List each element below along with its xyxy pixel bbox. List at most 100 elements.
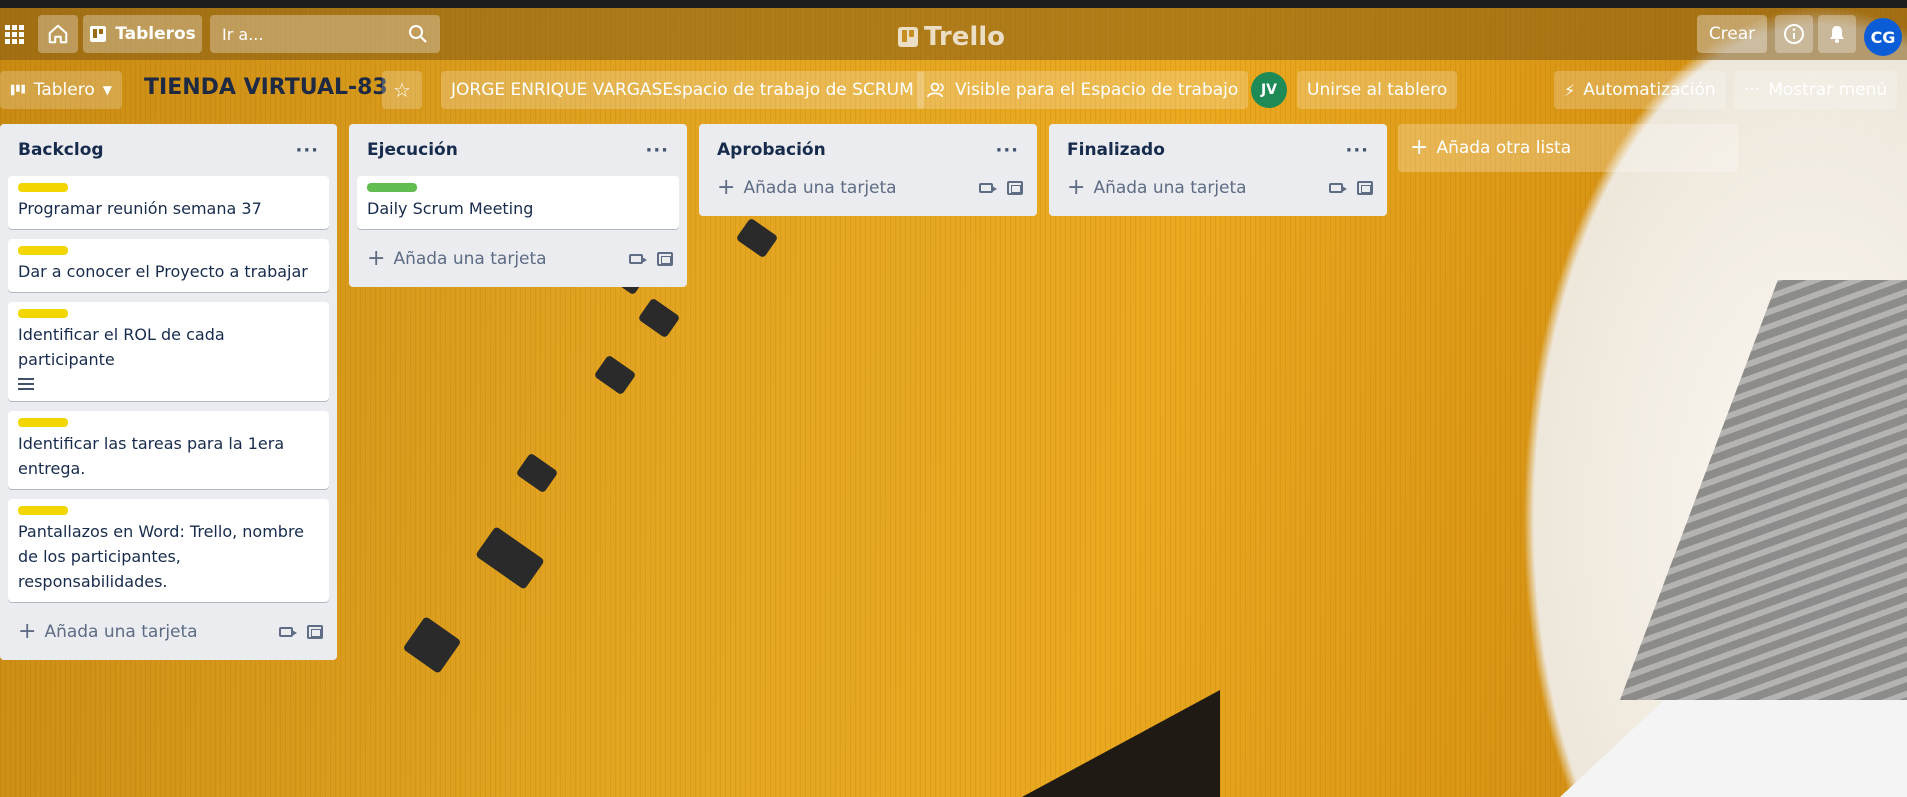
lightning-icon: ⚡ [1564, 80, 1576, 100]
add-card-row: + Añada una tarjeta [8, 612, 329, 652]
add-card-label: Añada una tarjeta [743, 178, 897, 198]
workspace-label: JORGE ENRIQUE VARGASEspacio de trabajo d… [451, 80, 914, 100]
list-title[interactable]: Ejecución [367, 140, 458, 160]
create-button[interactable]: Crear [1697, 15, 1767, 53]
view-label: Tablero [33, 80, 95, 100]
user-initials: CG [1870, 27, 1896, 47]
workspace-button[interactable]: JORGE ENRIQUE VARGASEspacio de trabajo d… [441, 71, 924, 109]
add-list-button[interactable]: + Añada otra lista [1398, 124, 1738, 172]
background-spotlight [637, 297, 681, 339]
boards-button[interactable]: Tableros [83, 15, 202, 53]
card-label-yellow[interactable] [18, 246, 68, 255]
bell-icon [1830, 26, 1844, 43]
card[interactable]: Daily Scrum Meeting [357, 176, 679, 229]
search-input[interactable]: Ir a... [210, 15, 440, 53]
card[interactable]: Programar reunión semana 37 [8, 176, 329, 229]
card-template-icon[interactable] [1007, 181, 1023, 195]
card-label-yellow[interactable] [18, 183, 68, 192]
logo-text: Trello [924, 22, 1006, 52]
info-button[interactable] [1775, 15, 1813, 53]
card[interactable]: Dar a conocer el Proyecto a trabajar [8, 239, 329, 292]
visibility-button[interactable]: Visible para el Espacio de trabajo [917, 71, 1249, 109]
board-title[interactable]: TIENDA VIRTUAL-83 [144, 75, 388, 100]
board-view-icon [10, 84, 25, 96]
card-template-icon[interactable] [307, 625, 323, 639]
app-switcher-button[interactable] [2, 15, 26, 53]
trello-logo-icon [898, 27, 918, 47]
card-label-green[interactable] [367, 183, 417, 192]
list-aprobacion: Aprobación ··· + Añada una tarjeta [699, 124, 1037, 216]
list-menu-icon[interactable]: ··· [1345, 140, 1369, 161]
more-icon: ··· [1744, 80, 1761, 100]
record-video-icon[interactable] [279, 627, 297, 637]
add-card-row: + Añada una tarjeta [707, 168, 1029, 208]
add-card-button[interactable]: + Añada una tarjeta [1067, 177, 1247, 199]
notifications-button[interactable] [1818, 15, 1856, 53]
card-template-icon[interactable] [657, 252, 673, 266]
home-button[interactable] [38, 15, 78, 53]
star-icon: ☆ [393, 78, 411, 102]
menu-label: Mostrar menú [1768, 80, 1888, 100]
people-icon [927, 82, 944, 98]
add-card-button[interactable]: + Añada una tarjeta [717, 177, 897, 199]
card-label-yellow[interactable] [18, 418, 68, 427]
record-video-icon[interactable] [629, 254, 647, 264]
grid-icon [4, 24, 24, 44]
list-menu-icon[interactable]: ··· [995, 140, 1019, 161]
user-avatar[interactable]: CG [1864, 18, 1902, 56]
list-menu-icon[interactable]: ··· [645, 140, 669, 161]
view-switcher-button[interactable]: Tablero ▼ [0, 71, 122, 109]
add-card-label: Añada una tarjeta [44, 622, 198, 642]
list-title[interactable]: Backclog [18, 140, 104, 160]
card[interactable]: Identificar las tareas para la 1era entr… [8, 411, 329, 489]
plus-icon: + [717, 175, 736, 200]
card-title: Identificar el ROL de cada participante [18, 325, 225, 369]
background-spotlight [475, 526, 545, 590]
background-dark-shape [1022, 690, 1220, 797]
list-header[interactable]: Backclog ··· [8, 124, 329, 176]
card-template-icon[interactable] [1357, 181, 1373, 195]
card-title: Dar a conocer el Proyecto a trabajar [18, 262, 308, 281]
visibility-label: Visible para el Espacio de trabajo [955, 80, 1239, 100]
automation-label: Automatización [1583, 80, 1716, 100]
trello-logo[interactable]: Trello [898, 22, 1005, 52]
add-card-button[interactable]: + Añada una tarjeta [367, 248, 547, 270]
member-avatar[interactable]: JV [1251, 72, 1287, 108]
add-card-label: Añada una tarjeta [393, 249, 547, 269]
list-title[interactable]: Aprobación [717, 140, 826, 160]
card[interactable]: Identificar el ROL de cada participante [8, 302, 329, 401]
card-label-yellow[interactable] [18, 506, 68, 515]
show-menu-button[interactable]: ··· Mostrar menú [1734, 71, 1898, 109]
info-icon [1784, 24, 1804, 44]
list-title[interactable]: Finalizado [1067, 140, 1165, 160]
card-label-yellow[interactable] [18, 309, 68, 318]
list-finalizado: Finalizado ··· + Añada una tarjeta [1049, 124, 1387, 216]
add-card-row: + Añada una tarjeta [357, 239, 679, 279]
record-video-icon[interactable] [1329, 183, 1347, 193]
join-board-button[interactable]: Unirse al tablero [1297, 71, 1458, 109]
add-card-button[interactable]: + Añada una tarjeta [18, 621, 198, 643]
card-title: Identificar las tareas para la 1era entr… [18, 434, 285, 478]
automation-button[interactable]: ⚡ Automatización [1554, 71, 1726, 109]
create-label: Crear [1708, 24, 1756, 44]
star-button[interactable]: ☆ [382, 71, 422, 109]
add-list-label: Añada otra lista [1436, 138, 1572, 158]
home-icon [48, 24, 68, 44]
record-video-icon[interactable] [979, 183, 997, 193]
plus-icon: + [1067, 175, 1086, 200]
card[interactable]: Pantallazos en Word: Trello, nombre de l… [8, 499, 329, 602]
background-spotlight [735, 217, 779, 259]
background-spotlight [593, 354, 637, 396]
window-top-strip [0, 0, 1907, 8]
plus-icon: + [18, 619, 37, 644]
card-title: Daily Scrum Meeting [367, 199, 534, 218]
list-header[interactable]: Ejecución ··· [357, 124, 679, 176]
list-backlog: Backclog ··· Programar reunión semana 37… [0, 124, 337, 660]
top-header: Tableros Ir a... Trello Crear CG [0, 8, 1907, 60]
add-card-label: Añada una tarjeta [1093, 178, 1247, 198]
background-spotlight [515, 452, 559, 494]
background-white-shape [1560, 700, 1907, 797]
list-menu-icon[interactable]: ··· [295, 140, 319, 161]
card-title: Programar reunión semana 37 [18, 199, 262, 218]
list-ejecucion: Ejecución ··· Daily Scrum Meeting + Añad… [349, 124, 687, 287]
